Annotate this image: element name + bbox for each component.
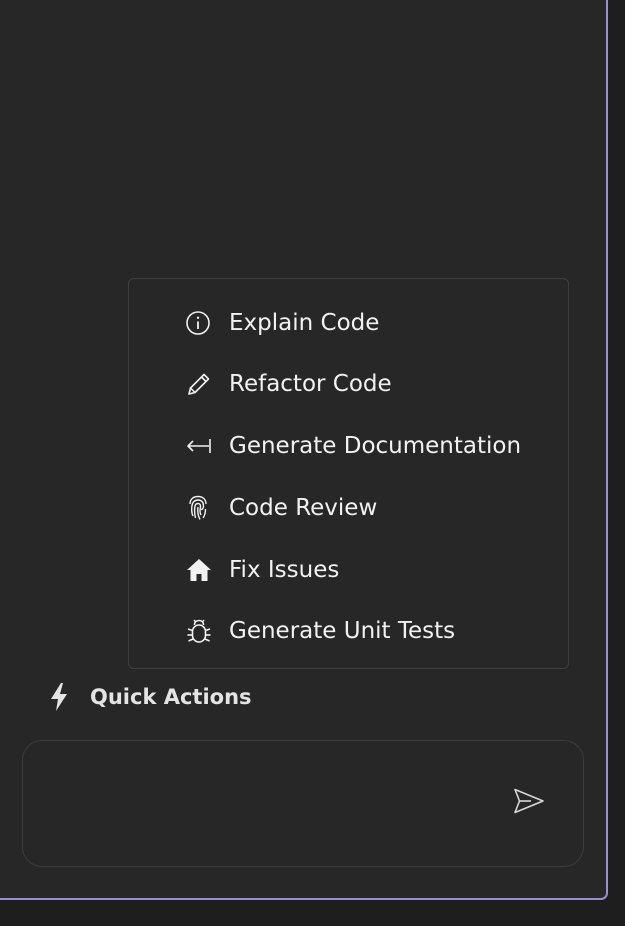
send-button[interactable] <box>511 785 547 821</box>
menu-item-generate-unit-tests[interactable]: Generate Unit Tests <box>185 613 555 649</box>
menu-item-label: Generate Documentation <box>229 433 522 459</box>
arrow-left-bar-icon <box>185 430 229 462</box>
chat-input[interactable] <box>41 757 505 853</box>
menu-item-fix-issues[interactable]: Fix Issues <box>185 552 555 588</box>
chat-panel: Explain Code Refactor Code Generate Docu… <box>0 0 608 900</box>
menu-item-explain-code[interactable]: Explain Code <box>185 305 555 341</box>
menu-item-label: Refactor Code <box>229 371 392 397</box>
menu-item-refactor-code[interactable]: Refactor Code <box>185 366 555 402</box>
menu-item-label: Fix Issues <box>229 557 340 583</box>
menu-item-label: Code Review <box>229 495 378 521</box>
menu-item-generate-documentation[interactable]: Generate Documentation <box>185 428 555 464</box>
info-icon <box>185 307 229 339</box>
quick-actions-menu: Explain Code Refactor Code Generate Docu… <box>128 278 569 669</box>
quick-actions-button[interactable]: Quick Actions <box>48 680 252 714</box>
bug-icon <box>185 615 229 647</box>
lightning-icon <box>48 682 90 712</box>
home-icon <box>185 554 229 586</box>
menu-item-label: Generate Unit Tests <box>229 618 456 644</box>
fingerprint-icon <box>185 492 229 524</box>
send-icon <box>513 787 545 819</box>
menu-item-label: Explain Code <box>229 310 380 336</box>
menu-item-code-review[interactable]: Code Review <box>185 490 555 526</box>
pencil-icon <box>185 368 229 400</box>
chat-input-container <box>22 740 584 867</box>
quick-actions-label: Quick Actions <box>90 685 252 709</box>
